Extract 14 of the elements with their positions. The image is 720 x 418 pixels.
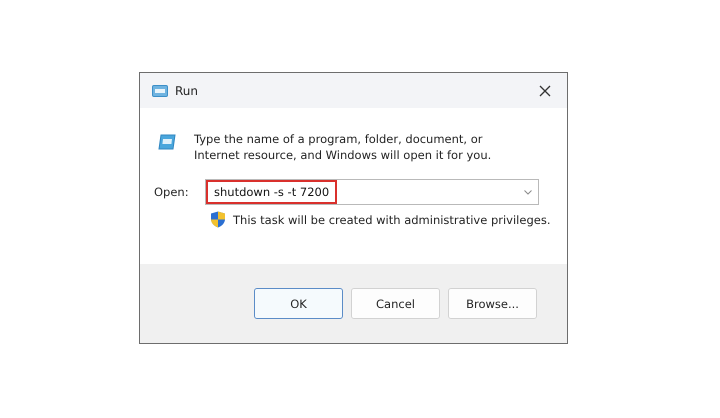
open-field[interactable]: shutdown -s -t 7200 [205,179,539,205]
dialog-button[interactable]: Browse... [448,288,537,319]
shield-icon [210,211,226,228]
command-text: shutdown -s -t 7200 [206,180,338,204]
dialog-button[interactable]: OK [254,288,343,319]
open-label: Open: [154,185,190,199]
window-title: Run [175,84,200,98]
dropdown-caret-icon[interactable] [524,190,532,194]
run-icon [158,134,176,150]
run-icon [152,84,168,96]
description-text: Type the name of a program, folder, document, or Internet resource, and Windows will open it for you. [194,131,492,163]
dialog-button[interactable]: Cancel [351,288,440,319]
admin-note: This task will be created with administrative privileges. [233,212,550,226]
close-icon [539,84,551,96]
